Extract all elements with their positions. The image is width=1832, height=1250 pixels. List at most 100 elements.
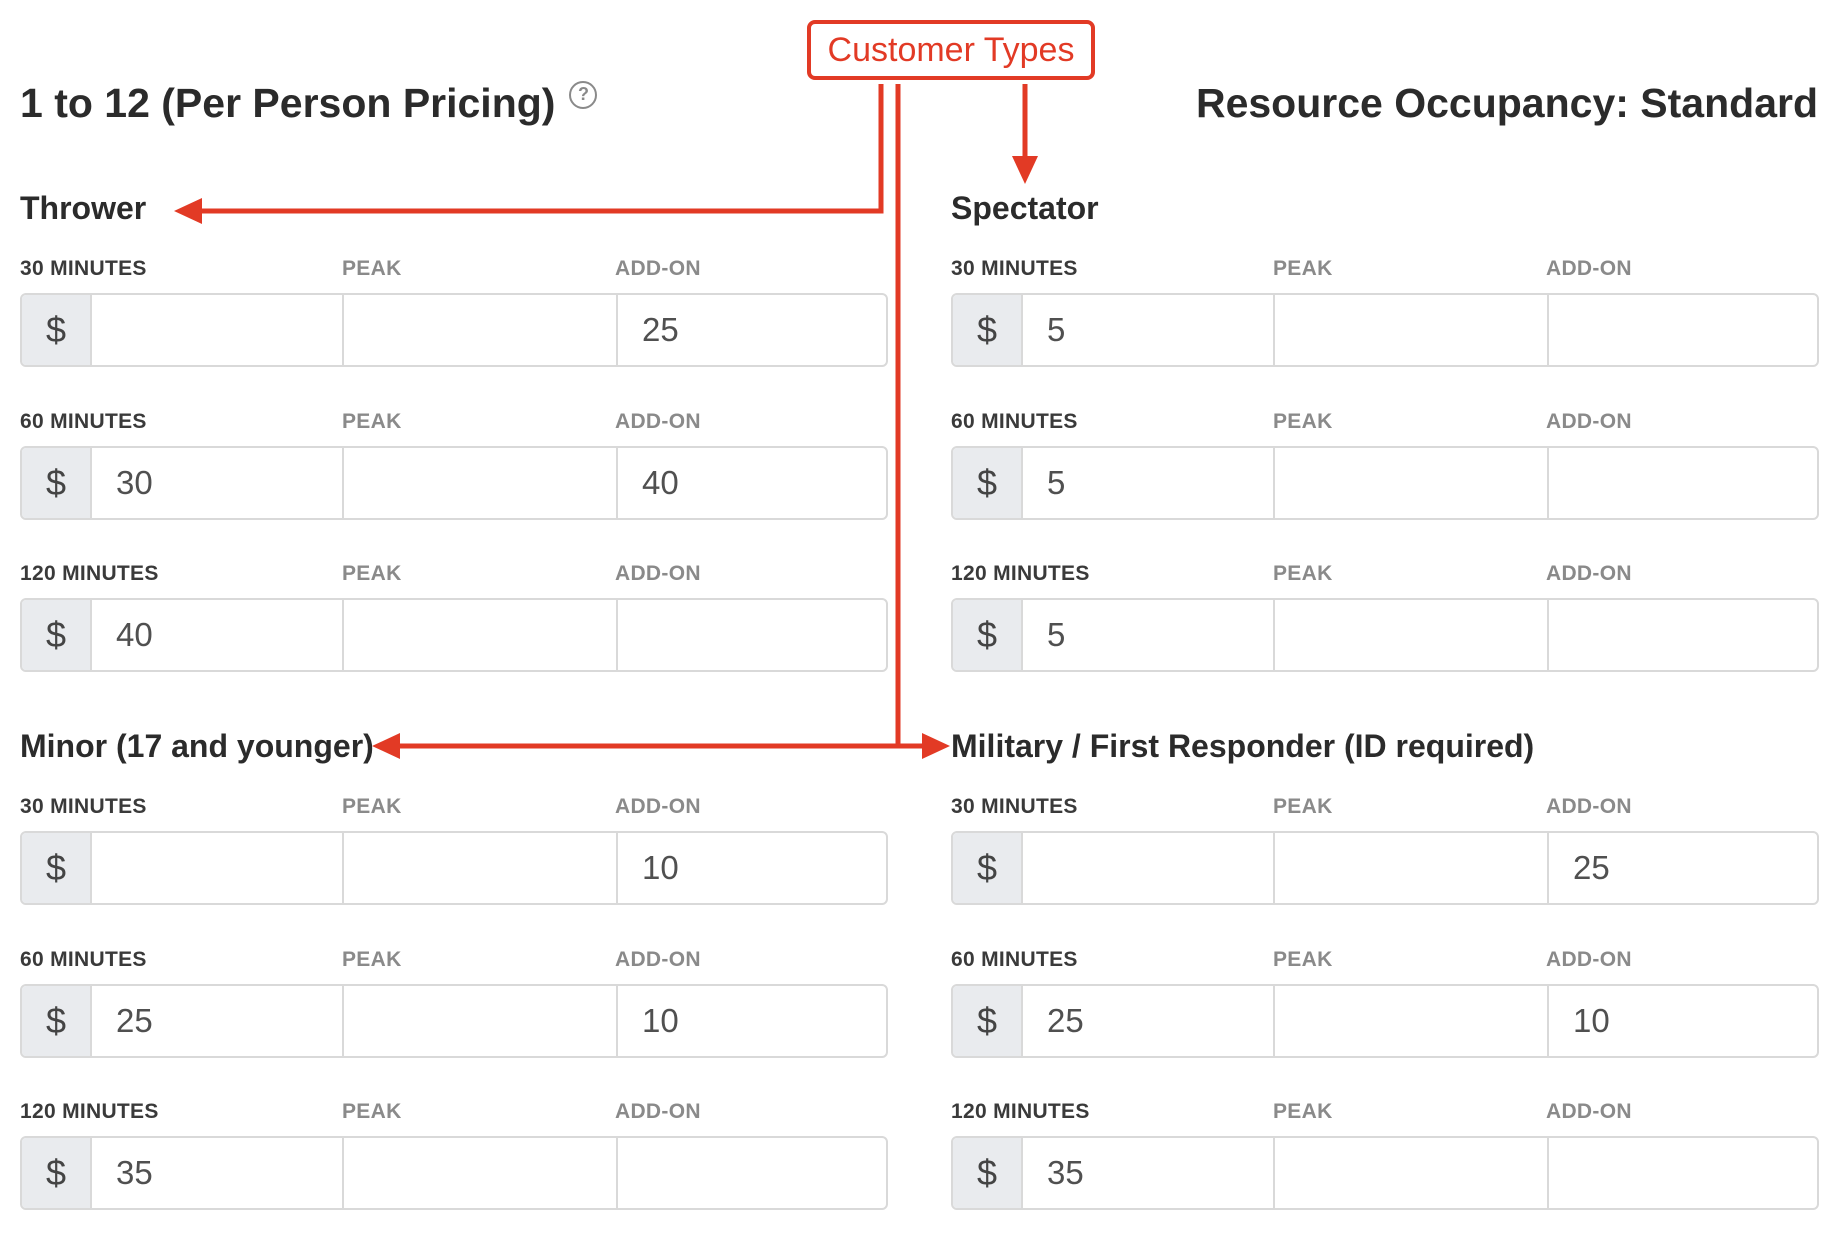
price-input[interactable]: 25 xyxy=(92,986,344,1056)
price-input[interactable]: 5 xyxy=(1023,448,1275,518)
addon-input[interactable]: 10 xyxy=(618,833,886,903)
arrowhead-minor xyxy=(372,733,400,759)
peak-input[interactable] xyxy=(344,1138,618,1208)
pricing-row: 60 MINUTES PEAK ADD-ON $ 25 10 xyxy=(20,948,890,1098)
peak-label: PEAK xyxy=(1273,948,1333,971)
peak-label: PEAK xyxy=(1273,1100,1333,1123)
price-input[interactable]: 35 xyxy=(1023,1138,1275,1208)
peak-input[interactable] xyxy=(1275,600,1549,670)
addon-input[interactable]: 10 xyxy=(1549,986,1817,1056)
peak-input[interactable] xyxy=(344,448,618,518)
pricing-row: 30 MINUTES PEAK ADD-ON $ 25 xyxy=(951,795,1821,945)
peak-input[interactable] xyxy=(1275,833,1549,903)
price-input-group: $ 25 10 xyxy=(20,984,888,1058)
help-icon[interactable]: ? xyxy=(569,80,598,109)
duration-label: 120 MINUTES xyxy=(951,562,1090,585)
addon-label: ADD-ON xyxy=(615,257,701,280)
addon-label: ADD-ON xyxy=(1546,257,1632,280)
addon-input[interactable] xyxy=(618,1138,886,1208)
pricing-row: 120 MINUTES PEAK ADD-ON $ 35 xyxy=(20,1100,890,1250)
price-input-group: $ 25 xyxy=(20,293,888,367)
peak-input[interactable] xyxy=(1275,295,1549,365)
addon-label: ADD-ON xyxy=(1546,562,1632,585)
peak-input[interactable] xyxy=(1275,448,1549,518)
page-title-text: 1 to 12 (Per Person Pricing) xyxy=(20,80,556,126)
addon-input[interactable]: 10 xyxy=(618,986,886,1056)
dollar-sign-icon: $ xyxy=(22,448,92,518)
pricing-row: 30 MINUTES PEAK ADD-ON $ 5 xyxy=(951,257,1821,407)
addon-input[interactable]: 40 xyxy=(618,448,886,518)
price-input-group: $ 5 xyxy=(951,446,1819,520)
price-input[interactable] xyxy=(92,833,344,903)
peak-input[interactable] xyxy=(1275,1138,1549,1208)
price-input[interactable] xyxy=(1023,833,1275,903)
addon-label: ADD-ON xyxy=(615,1100,701,1123)
addon-label: ADD-ON xyxy=(615,795,701,818)
pricing-row: 120 MINUTES PEAK ADD-ON $ 5 xyxy=(951,562,1821,712)
peak-label: PEAK xyxy=(1273,795,1333,818)
peak-input[interactable] xyxy=(344,600,618,670)
peak-input[interactable] xyxy=(344,986,618,1056)
price-input[interactable]: 5 xyxy=(1023,295,1275,365)
duration-label: 60 MINUTES xyxy=(20,948,147,971)
price-input-group: $ 5 xyxy=(951,293,1819,367)
peak-label: PEAK xyxy=(342,948,402,971)
peak-label: PEAK xyxy=(1273,257,1333,280)
arrowhead-spectator xyxy=(1012,156,1038,184)
addon-input[interactable] xyxy=(1549,295,1817,365)
price-input[interactable]: 25 xyxy=(1023,986,1275,1056)
peak-input[interactable] xyxy=(1275,986,1549,1056)
duration-label: 120 MINUTES xyxy=(951,1100,1090,1123)
section-title: Spectator xyxy=(951,190,1099,226)
peak-label: PEAK xyxy=(342,410,402,433)
addon-label: ADD-ON xyxy=(1546,410,1632,433)
resource-occupancy: Resource Occupancy: Standard xyxy=(1195,80,1818,126)
addon-label: ADD-ON xyxy=(615,948,701,971)
peak-input[interactable] xyxy=(344,833,618,903)
pricing-row: 120 MINUTES PEAK ADD-ON $ 40 xyxy=(20,562,890,712)
dollar-sign-icon: $ xyxy=(953,448,1023,518)
duration-label: 60 MINUTES xyxy=(951,948,1078,971)
dollar-sign-icon: $ xyxy=(953,833,1023,903)
pricing-row: 30 MINUTES PEAK ADD-ON $ 25 xyxy=(20,257,890,407)
addon-label: ADD-ON xyxy=(615,562,701,585)
peak-label: PEAK xyxy=(1273,562,1333,585)
peak-label: PEAK xyxy=(342,795,402,818)
price-input[interactable] xyxy=(92,295,344,365)
duration-label: 120 MINUTES xyxy=(20,562,159,585)
addon-label: ADD-ON xyxy=(1546,1100,1632,1123)
section-title: Military / First Responder (ID required) xyxy=(951,728,1535,764)
price-input-group: $ 35 xyxy=(20,1136,888,1210)
arrowhead-military xyxy=(922,733,950,759)
addon-input[interactable] xyxy=(1549,1138,1817,1208)
dollar-sign-icon: $ xyxy=(953,1138,1023,1208)
duration-label: 30 MINUTES xyxy=(951,795,1078,818)
addon-input[interactable]: 25 xyxy=(618,295,886,365)
customer-types-callout: Customer Types xyxy=(807,20,1095,80)
peak-label: PEAK xyxy=(342,562,402,585)
price-input[interactable]: 5 xyxy=(1023,600,1275,670)
price-input-group: $ 25 xyxy=(951,831,1819,905)
price-input[interactable]: 35 xyxy=(92,1138,344,1208)
addon-input[interactable] xyxy=(618,600,886,670)
pricing-row: 30 MINUTES PEAK ADD-ON $ 10 xyxy=(20,795,890,945)
addon-input[interactable] xyxy=(1549,600,1817,670)
pricing-row: 60 MINUTES PEAK ADD-ON $ 30 40 xyxy=(20,410,890,560)
addon-label: ADD-ON xyxy=(1546,795,1632,818)
addon-input[interactable] xyxy=(1549,448,1817,518)
duration-label: 60 MINUTES xyxy=(951,410,1078,433)
duration-label: 30 MINUTES xyxy=(20,795,147,818)
dollar-sign-icon: $ xyxy=(22,295,92,365)
price-input-group: $ 40 xyxy=(20,598,888,672)
price-input[interactable]: 40 xyxy=(92,600,344,670)
page-title: 1 to 12 (Per Person Pricing) ? xyxy=(20,80,598,127)
price-input[interactable]: 30 xyxy=(92,448,344,518)
duration-label: 30 MINUTES xyxy=(20,257,147,280)
price-input-group: $ 35 xyxy=(951,1136,1819,1210)
dollar-sign-icon: $ xyxy=(953,600,1023,670)
addon-input[interactable]: 25 xyxy=(1549,833,1817,903)
peak-input[interactable] xyxy=(344,295,618,365)
price-input-group: $ 25 10 xyxy=(951,984,1819,1058)
arrowhead-thrower xyxy=(174,198,202,224)
section-title: Thrower xyxy=(20,190,147,226)
